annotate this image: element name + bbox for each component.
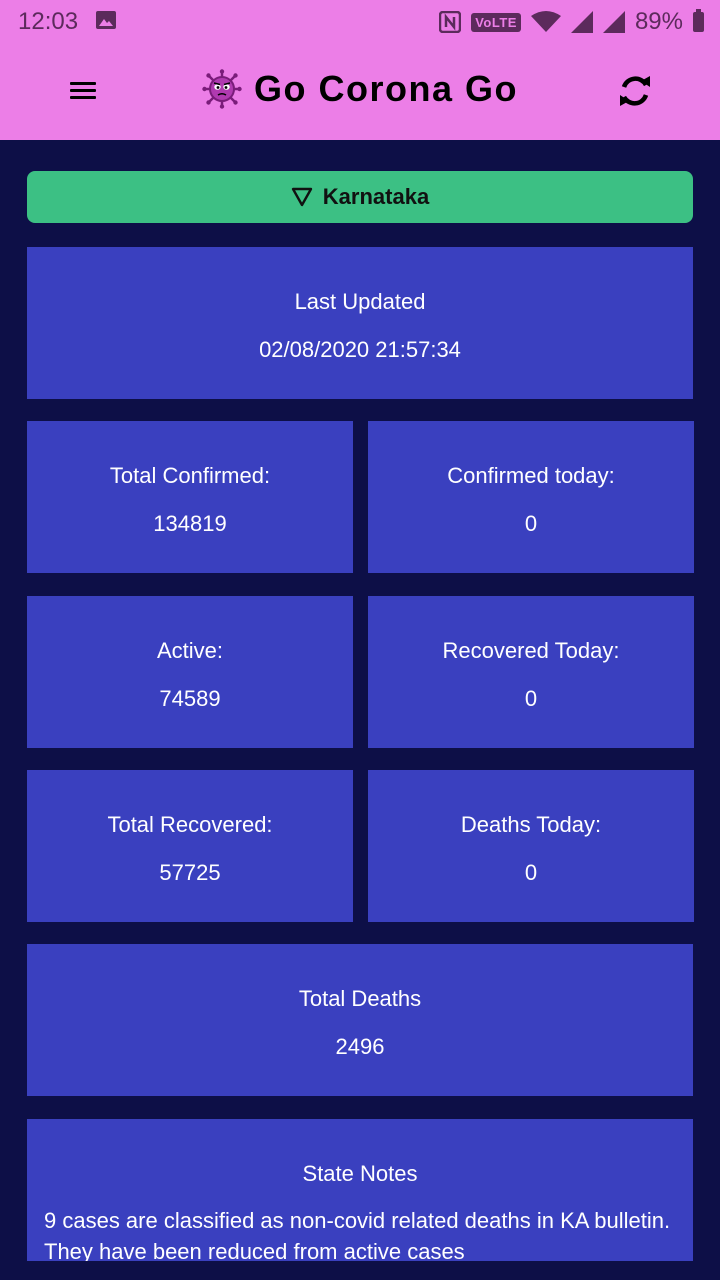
active-label: Active: bbox=[156, 638, 224, 663]
deaths-today-label: Deaths Today: bbox=[460, 812, 602, 837]
recovered-today-card: Recovered Today: 0 bbox=[368, 596, 694, 748]
state-selector-button[interactable]: Karnataka bbox=[27, 171, 693, 223]
volte-badge: VoLTE bbox=[471, 12, 521, 32]
confirmed-today-card: Confirmed today: 0 bbox=[368, 421, 694, 573]
state-notes-label: State Notes bbox=[302, 1161, 418, 1186]
nfc-icon bbox=[439, 11, 462, 33]
signal-icon bbox=[570, 11, 593, 33]
status-icons: VoLTE 89% bbox=[439, 6, 704, 38]
total-deaths-value: 2496 bbox=[335, 1034, 385, 1059]
gallery-notification-icon bbox=[96, 11, 116, 29]
total-confirmed-value: 134819 bbox=[153, 511, 227, 536]
deaths-today-card: Deaths Today: 0 bbox=[368, 770, 694, 922]
deaths-today-value: 0 bbox=[524, 860, 538, 885]
total-deaths-label: Total Deaths bbox=[298, 986, 422, 1011]
wifi-icon bbox=[530, 11, 561, 32]
battery-percent: 89% bbox=[634, 8, 683, 35]
recovered-today-value: 0 bbox=[524, 686, 538, 711]
recovered-today-label: Recovered Today: bbox=[442, 638, 620, 663]
battery-icon bbox=[693, 9, 704, 32]
app-bar: Go Corona Go bbox=[0, 44, 720, 140]
status-bar: 12:03 VoLTE 89% bbox=[0, 0, 720, 44]
total-recovered-card: Total Recovered: 57725 bbox=[27, 770, 353, 922]
active-value: 74589 bbox=[159, 686, 221, 711]
state-notes-text: 9 cases are classified as non-covid rela… bbox=[44, 1208, 671, 1261]
app-title-group: Go Corona Go bbox=[0, 68, 720, 110]
last-updated-label: Last Updated bbox=[294, 289, 426, 314]
confirmed-today-value: 0 bbox=[524, 511, 538, 536]
app-title: Go Corona Go bbox=[254, 68, 518, 109]
confirmed-today-label: Confirmed today: bbox=[447, 463, 615, 488]
total-confirmed-card: Total Confirmed: 134819 bbox=[27, 421, 353, 573]
refresh-icon[interactable] bbox=[616, 72, 654, 110]
total-recovered-value: 57725 bbox=[159, 860, 221, 885]
last-updated-value: 02/08/2020 21:57:34 bbox=[259, 337, 461, 362]
triangle-down-icon bbox=[291, 187, 312, 207]
total-recovered-label: Total Recovered: bbox=[107, 812, 273, 837]
total-confirmed-label: Total Confirmed: bbox=[109, 463, 271, 488]
selected-state-label: Karnataka bbox=[322, 184, 430, 209]
signal-icon-2 bbox=[602, 11, 625, 33]
status-time: 12:03 bbox=[18, 8, 79, 35]
state-notes-card: State Notes 9 cases are classified as no… bbox=[27, 1119, 693, 1261]
last-updated-card: Last Updated 02/08/2020 21:57:34 bbox=[27, 247, 693, 399]
virus-icon bbox=[202, 69, 242, 109]
total-deaths-card: Total Deaths 2496 bbox=[27, 944, 693, 1096]
active-card: Active: 74589 bbox=[27, 596, 353, 748]
